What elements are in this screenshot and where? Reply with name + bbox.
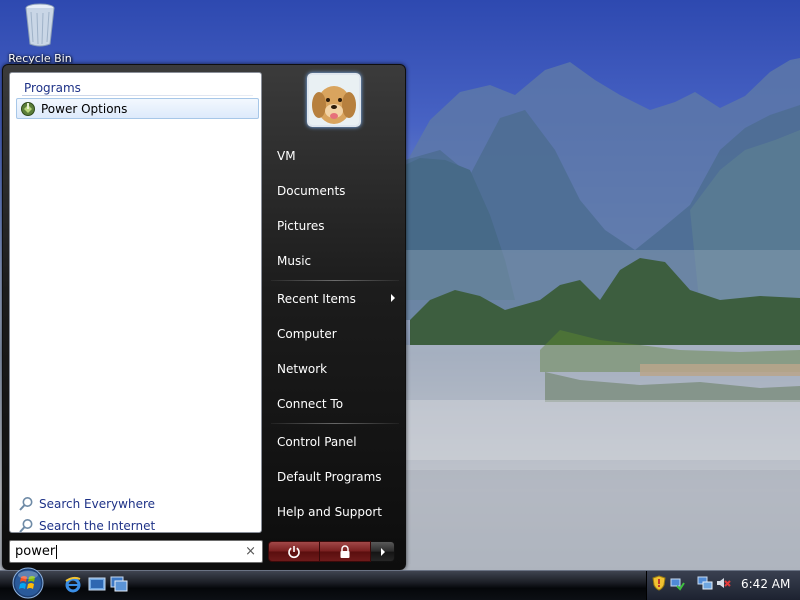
right-item-connect-to[interactable]: Connect To: [271, 390, 399, 418]
switch-windows-icon[interactable]: [110, 575, 128, 593]
right-item-network[interactable]: Network: [271, 355, 399, 383]
network-icon[interactable]: [697, 575, 713, 591]
right-item-music[interactable]: Music: [271, 247, 399, 275]
result-power-options[interactable]: Power Options: [16, 98, 259, 119]
user-account-picture[interactable]: [307, 73, 361, 127]
right-pane-divider: [271, 423, 399, 424]
right-item-label: Music: [277, 254, 312, 268]
clear-search-icon[interactable]: ×: [245, 544, 256, 559]
search-icon: [19, 497, 33, 511]
right-item-default-programs[interactable]: Default Programs: [271, 463, 399, 491]
right-item-label: VM: [277, 149, 296, 163]
search-icon: [19, 519, 33, 533]
right-item-label: Default Programs: [277, 470, 382, 484]
right-item-label: Network: [277, 362, 328, 376]
search-everywhere-label: Search Everywhere: [39, 497, 155, 511]
right-item-control-panel[interactable]: Control Panel: [271, 428, 399, 456]
search-everywhere-link[interactable]: Search Everywhere: [18, 494, 155, 514]
section-divider: [22, 95, 253, 96]
text-caret: [56, 544, 58, 559]
power-options-icon: [20, 101, 36, 117]
right-item-pictures[interactable]: Pictures: [271, 212, 399, 240]
volume-muted-icon[interactable]: [715, 575, 731, 591]
start-menu: Programs Power Options Search Everywhere: [2, 64, 406, 570]
system-clock[interactable]: 6:42 AM: [741, 577, 790, 591]
chevron-right-icon: [380, 547, 385, 556]
lock-icon: [340, 544, 350, 558]
right-item-label: Pictures: [277, 219, 325, 233]
search-input-value: power: [15, 544, 56, 559]
search-results-pane: Programs Power Options Search Everywhere: [9, 72, 262, 533]
right-item-label: Help and Support: [277, 505, 382, 519]
recycle-bin-shortcut[interactable]: Recycle Bin: [4, 2, 76, 65]
right-item-recent-items[interactable]: Recent Items: [271, 285, 399, 313]
search-internet-label: Search the Internet: [39, 519, 156, 533]
programs-section-header: Programs: [24, 81, 81, 95]
right-item-vm[interactable]: VM: [271, 142, 399, 170]
right-item-label: Documents: [277, 184, 346, 198]
right-item-label: Recent Items: [277, 292, 356, 306]
power-button[interactable]: [268, 541, 320, 562]
start-search-input[interactable]: power ×: [9, 540, 263, 563]
windows-orb-icon: [12, 567, 44, 599]
start-button[interactable]: [8, 566, 48, 600]
right-item-documents[interactable]: Documents: [271, 177, 399, 205]
right-item-label: Control Panel: [277, 435, 357, 449]
internet-explorer-icon[interactable]: [64, 575, 82, 593]
result-label: Power Options: [41, 101, 128, 116]
show-desktop-icon[interactable]: [88, 575, 106, 593]
right-pane-divider: [271, 280, 399, 281]
power-icon: [288, 545, 300, 558]
shutdown-options-button[interactable]: [371, 541, 395, 562]
right-item-help-and-support[interactable]: Help and Support: [271, 498, 399, 526]
recycle-bin-icon: [23, 2, 57, 48]
lock-button[interactable]: [320, 541, 371, 562]
right-item-computer[interactable]: Computer: [271, 320, 399, 348]
search-internet-link[interactable]: Search the Internet: [18, 516, 155, 536]
submenu-arrow-icon: [391, 294, 395, 302]
right-item-label: Connect To: [277, 397, 344, 411]
security-shield-icon[interactable]: [651, 575, 667, 591]
right-item-label: Computer: [277, 327, 337, 341]
dog-avatar-icon: [309, 75, 359, 125]
network-check-icon[interactable]: [669, 575, 685, 591]
